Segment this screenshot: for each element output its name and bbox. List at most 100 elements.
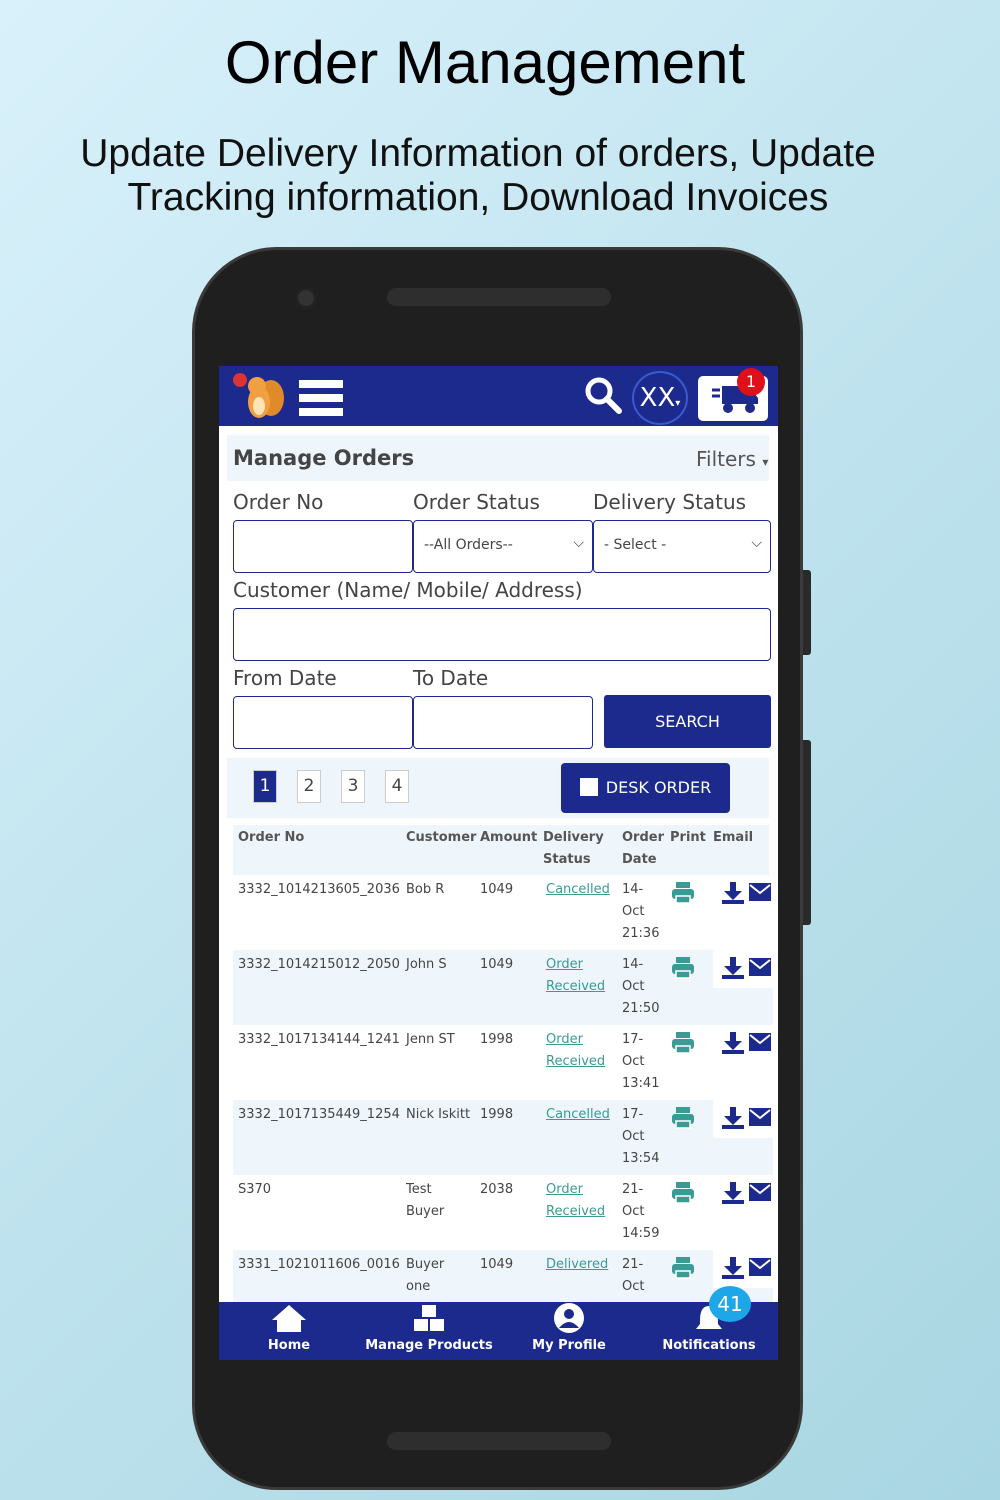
table-row[interactable]: S370 Test Buyer 2038 Order Received 21- Oct 14:5… [233, 1175, 773, 1250]
order-date: 17- [622, 1032, 644, 1047]
nav-label: Home [267, 1338, 311, 1353]
nav-manage-products[interactable]: Manage Products [364, 1302, 494, 1353]
to-date-input[interactable] [413, 696, 593, 749]
delivery-status-link[interactable]: Cancelled [546, 1104, 610, 1126]
order-no: 3332_1017135449_1254 [238, 1107, 400, 1122]
download-icon[interactable] [721, 1181, 745, 1205]
logo[interactable] [231, 370, 287, 422]
delivery-status-link[interactable]: Order [546, 954, 605, 976]
user-avatar-button[interactable]: XX▾ [632, 371, 688, 425]
col-order-date: Order Date [622, 827, 664, 871]
download-icon[interactable] [721, 956, 745, 980]
customer: Buyer [406, 1204, 445, 1219]
delivery-status-link[interactable]: Received [546, 976, 605, 998]
email-icon[interactable] [749, 1108, 771, 1126]
email-icon[interactable] [749, 1033, 771, 1051]
email-icon[interactable] [749, 883, 771, 901]
amount: 1049 [480, 957, 514, 972]
from-date-label: From Date [233, 666, 337, 690]
search-button[interactable]: SEARCH [604, 695, 771, 748]
delivery-status-select[interactable]: - Select - ⌵ [593, 520, 771, 573]
order-status-label: Order Status [413, 490, 540, 514]
order-date: Oct [622, 1279, 645, 1294]
amount: 1998 [480, 1032, 514, 1047]
delivery-status-link[interactable]: Delivered [546, 1254, 608, 1276]
nav-home[interactable]: Home [249, 1302, 329, 1353]
order-date: Oct [622, 904, 645, 919]
order-no: 3332_1014215012_2050 [238, 957, 400, 972]
customer-input[interactable] [233, 608, 771, 661]
app-screen: XX▾ 1 Manage Orders Filters ▾ Order No O… [219, 366, 778, 1360]
menu-icon[interactable] [299, 380, 343, 420]
customer: Jenn ST [406, 1032, 455, 1047]
download-icon[interactable] [721, 1256, 745, 1280]
top-bar: XX▾ 1 [219, 366, 778, 426]
page-3[interactable]: 3 [341, 770, 365, 803]
order-date: 21:36 [622, 926, 660, 941]
email-icon[interactable] [749, 1183, 771, 1201]
col-print: Print [670, 830, 706, 845]
chevron-down-icon: ⌵ [751, 535, 762, 551]
amount: 1049 [480, 882, 514, 897]
print-icon[interactable] [671, 881, 695, 905]
amount: 1049 [480, 1257, 514, 1272]
bottom-nav: Home Manage Products My Profile Notifica… [219, 1302, 778, 1360]
table-row[interactable]: 3332_1017135449_1254 Nick Iskitt 1998 Cance… [233, 1100, 773, 1175]
table-row[interactable]: 3332_1017134144_1241 Jenn ST 1998 Order Rece… [233, 1025, 773, 1100]
nav-my-profile[interactable]: My Profile [519, 1302, 619, 1353]
order-date: Oct [622, 979, 645, 994]
delivery-status-link[interactable]: Received [546, 1051, 605, 1073]
download-icon[interactable] [721, 1106, 745, 1130]
chevron-icon: ▾ [762, 455, 769, 469]
speaker [387, 1432, 611, 1450]
col-delivery-status: Delivery Status [543, 827, 604, 871]
email-icon[interactable] [749, 1258, 771, 1276]
filters-toggle[interactable]: Filters ▾ [696, 447, 768, 471]
print-icon[interactable] [671, 1106, 695, 1130]
user-icon [554, 1303, 584, 1333]
order-date: 14- [622, 882, 644, 897]
print-icon[interactable] [671, 1256, 695, 1280]
print-icon[interactable] [671, 956, 695, 980]
desk-order-label: DESK ORDER [605, 778, 712, 797]
order-no-input[interactable] [233, 520, 413, 573]
notifications-badge: 41 [709, 1286, 751, 1322]
order-no: S370 [238, 1182, 272, 1197]
delivery-status-link[interactable]: Cancelled [546, 879, 610, 901]
fax-icon [579, 778, 598, 796]
table-row[interactable]: 3332_1014215012_2050 John S 1049 Order Recei… [233, 950, 773, 1025]
order-date: Oct [622, 1054, 645, 1069]
order-no: 3332_1017134144_1241 [238, 1032, 400, 1047]
search-icon[interactable] [584, 376, 624, 420]
subtitle-line: Update Delivery Information of orders, U… [80, 132, 876, 175]
delivery-status-link[interactable]: Received [546, 1201, 605, 1223]
col-order-no: Order No [238, 830, 305, 845]
table-row[interactable]: 3332_1014213605_2036 Bob R 1049 Cancelled 14… [233, 875, 773, 950]
print-icon[interactable] [671, 1031, 695, 1055]
camera [295, 287, 317, 309]
order-date: 13:41 [622, 1076, 660, 1091]
order-date: 17- [622, 1107, 644, 1122]
desk-order-button[interactable]: DESK ORDER [561, 763, 730, 813]
order-no: 3331_1021011606_0016 [238, 1257, 400, 1272]
page-2[interactable]: 2 [297, 770, 321, 803]
email-icon[interactable] [749, 958, 771, 976]
customer: Nick Iskitt [406, 1107, 471, 1122]
page-1[interactable]: 1 [253, 770, 277, 803]
download-icon[interactable] [721, 881, 745, 905]
to-date-label: To Date [413, 666, 489, 690]
delivery-status-link[interactable]: Order [546, 1029, 605, 1051]
download-icon[interactable] [721, 1031, 745, 1055]
header-text: Delivery [543, 830, 604, 845]
from-date-input[interactable] [233, 696, 413, 749]
print-icon[interactable] [671, 1181, 695, 1205]
subtitle-line: Tracking information, Download Invoices [127, 176, 829, 219]
order-date: Oct [622, 1129, 645, 1144]
delivery-status-link[interactable]: Order [546, 1179, 605, 1201]
page-title: Manage Orders [233, 446, 415, 470]
page-4[interactable]: 4 [385, 770, 409, 803]
order-status-select[interactable]: --All Orders-- ⌵ [413, 520, 593, 573]
nav-label: My Profile [532, 1338, 606, 1353]
amount: 2038 [480, 1182, 514, 1197]
order-date: 21:50 [622, 1001, 660, 1016]
